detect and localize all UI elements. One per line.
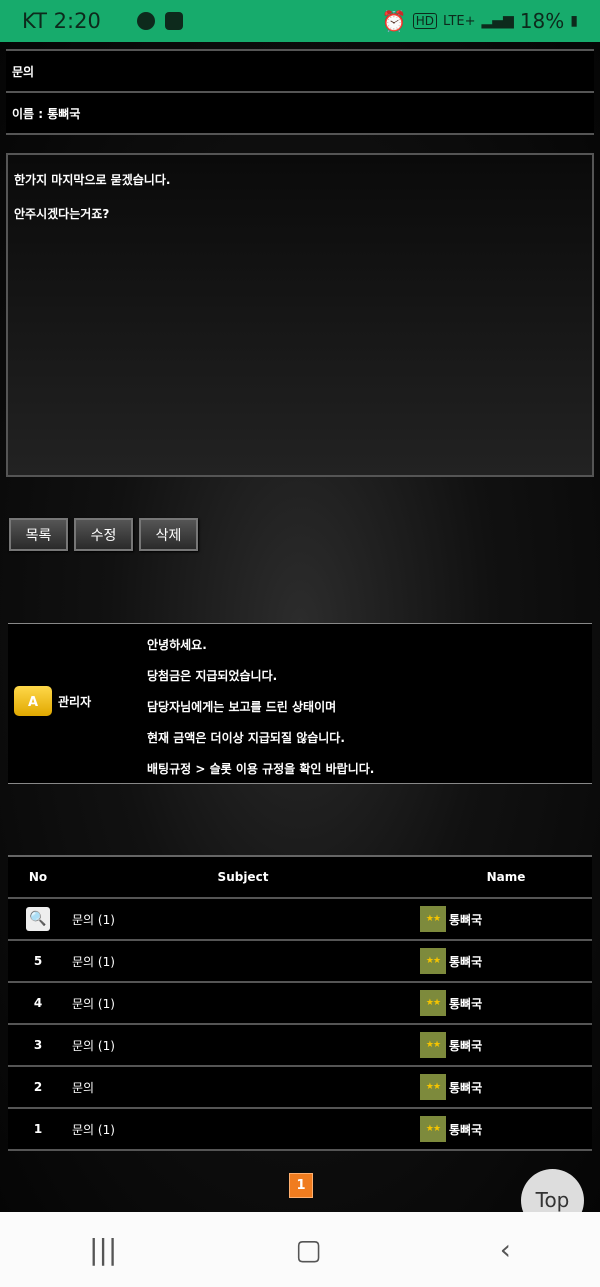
- recent-apps-icon[interactable]: |||: [89, 1233, 117, 1266]
- row-name-cell: ★★ 통뼈국: [418, 990, 592, 1016]
- row-no-cell: 5: [8, 954, 68, 968]
- header-name: Name: [486, 870, 526, 884]
- network-label: LTE+: [443, 13, 476, 29]
- table-row[interactable]: 3 문의 (1) ★★ 통뼈국: [8, 1025, 592, 1067]
- row-no: 3: [33, 1038, 43, 1052]
- row-name: 통뼈국: [449, 1038, 483, 1053]
- post-body: 한가지 마지막으로 묻겠습니다. 안주시겠다는거죠?: [6, 153, 594, 477]
- post-body-line: 안주시겠다는거죠?: [14, 207, 110, 221]
- post-author: 이름 : 통뼈국: [6, 91, 594, 135]
- row-subject[interactable]: 문의 (1): [68, 911, 418, 928]
- header-subject: Subject: [217, 870, 269, 884]
- row-name: 통뼈국: [449, 954, 483, 969]
- back-icon[interactable]: ‹: [500, 1233, 511, 1266]
- table-row[interactable]: 1 문의 (1) ★★ 통뼈국: [8, 1109, 592, 1151]
- android-nav-bar: ||| ▢ ‹: [0, 1212, 600, 1287]
- row-name: 통뼈국: [449, 1122, 483, 1137]
- alarm-icon: ⏰: [381, 9, 407, 33]
- row-name-cell: ★★ 통뼈국: [418, 948, 592, 974]
- row-name-cell: ★★ 통뼈국: [418, 906, 592, 932]
- table-row[interactable]: 5 문의 (1) ★★ 통뼈국: [8, 941, 592, 983]
- post-title: 문의: [6, 49, 594, 91]
- comment-author: 관리자: [58, 694, 92, 709]
- battery-icon: ▮: [570, 13, 578, 29]
- table-header: No Subject Name: [8, 857, 592, 899]
- hd-icon: HD: [412, 13, 438, 29]
- row-no-cell: 3: [8, 1038, 68, 1052]
- row-subject[interactable]: 문의 (1): [68, 1037, 418, 1054]
- list-button[interactable]: 목록: [9, 518, 68, 551]
- row-subject[interactable]: 문의 (1): [68, 1121, 418, 1138]
- kakaotalk-icon: [136, 12, 155, 30]
- page-1-button[interactable]: 1: [289, 1173, 313, 1198]
- row-no-cell: 🔍: [8, 907, 68, 931]
- row-no-cell: 2: [8, 1080, 68, 1094]
- comment-line: 당첨금은 지급되었습니다.: [147, 669, 278, 683]
- member-rank-icon: ★★: [420, 1074, 446, 1100]
- comment-line: 안녕하세요.: [147, 638, 207, 652]
- row-no: 4: [33, 996, 43, 1010]
- row-name-cell: ★★ 통뼈국: [418, 1116, 592, 1142]
- home-icon[interactable]: ▢: [295, 1233, 321, 1266]
- table-row[interactable]: 4 문의 (1) ★★ 통뼈국: [8, 983, 592, 1025]
- post-body-line: 한가지 마지막으로 묻겠습니다.: [14, 173, 171, 187]
- delete-button[interactable]: 삭제: [139, 518, 198, 551]
- row-subject[interactable]: 문의 (1): [68, 953, 418, 970]
- row-subject[interactable]: 문의: [68, 1079, 418, 1096]
- comment-line: 현재 금액은 더이상 지급되질 않습니다.: [147, 731, 345, 745]
- row-no: 2: [33, 1080, 43, 1094]
- row-name-cell: ★★ 통뼈국: [418, 1074, 592, 1100]
- member-rank-icon: ★★: [420, 990, 446, 1016]
- battery-level: 18%: [519, 9, 565, 33]
- member-rank-icon: ★★: [420, 906, 446, 932]
- post-list-table: No Subject Name 🔍 문의 (1) ★★ 통뼈국 5 문의 (1) ★…: [8, 855, 592, 1151]
- edit-button[interactable]: 수정: [74, 518, 133, 551]
- table-row[interactable]: 2 문의 ★★ 통뼈국: [8, 1067, 592, 1109]
- carrier-time: KT 2:20: [22, 9, 101, 33]
- row-no-cell: 4: [8, 996, 68, 1010]
- header-no: No: [28, 870, 48, 884]
- member-rank-icon: ★★: [420, 1032, 446, 1058]
- row-subject[interactable]: 문의 (1): [68, 995, 418, 1012]
- row-no: 5: [33, 954, 43, 968]
- comment-line: 담당자님에게는 보고를 드린 상태이며: [147, 700, 337, 714]
- row-name: 통뼈국: [449, 912, 483, 927]
- table-row[interactable]: 🔍 문의 (1) ★★ 통뼈국: [8, 899, 592, 941]
- admin-level-badge-icon: A: [14, 686, 52, 716]
- gallery-icon: [164, 12, 183, 30]
- magnifier-icon: 🔍: [26, 907, 50, 931]
- row-no: 1: [33, 1122, 43, 1136]
- member-rank-icon: ★★: [420, 1116, 446, 1142]
- row-name: 통뼈국: [449, 1080, 483, 1095]
- comment-line: 배팅규정 > 슬롯 이용 규정을 확인 바랍니다.: [147, 762, 375, 776]
- row-name: 통뼈국: [449, 996, 483, 1011]
- status-bar: KT 2:20 ⏰ HD LTE+ ▂▄▆ 18% ▮: [0, 0, 600, 42]
- comment: A 관리자 안녕하세요. 당첨금은 지급되었습니다. 담당자님에게는 보고를 드린…: [8, 623, 592, 784]
- row-name-cell: ★★ 통뼈국: [418, 1032, 592, 1058]
- signal-icon: ▂▄▆: [481, 13, 514, 29]
- member-rank-icon: ★★: [420, 948, 446, 974]
- row-no-cell: 1: [8, 1122, 68, 1136]
- page: 문의 이름 : 통뼈국 한가지 마지막으로 묻겠습니다. 안주시겠다는거죠? 목…: [0, 42, 600, 1232]
